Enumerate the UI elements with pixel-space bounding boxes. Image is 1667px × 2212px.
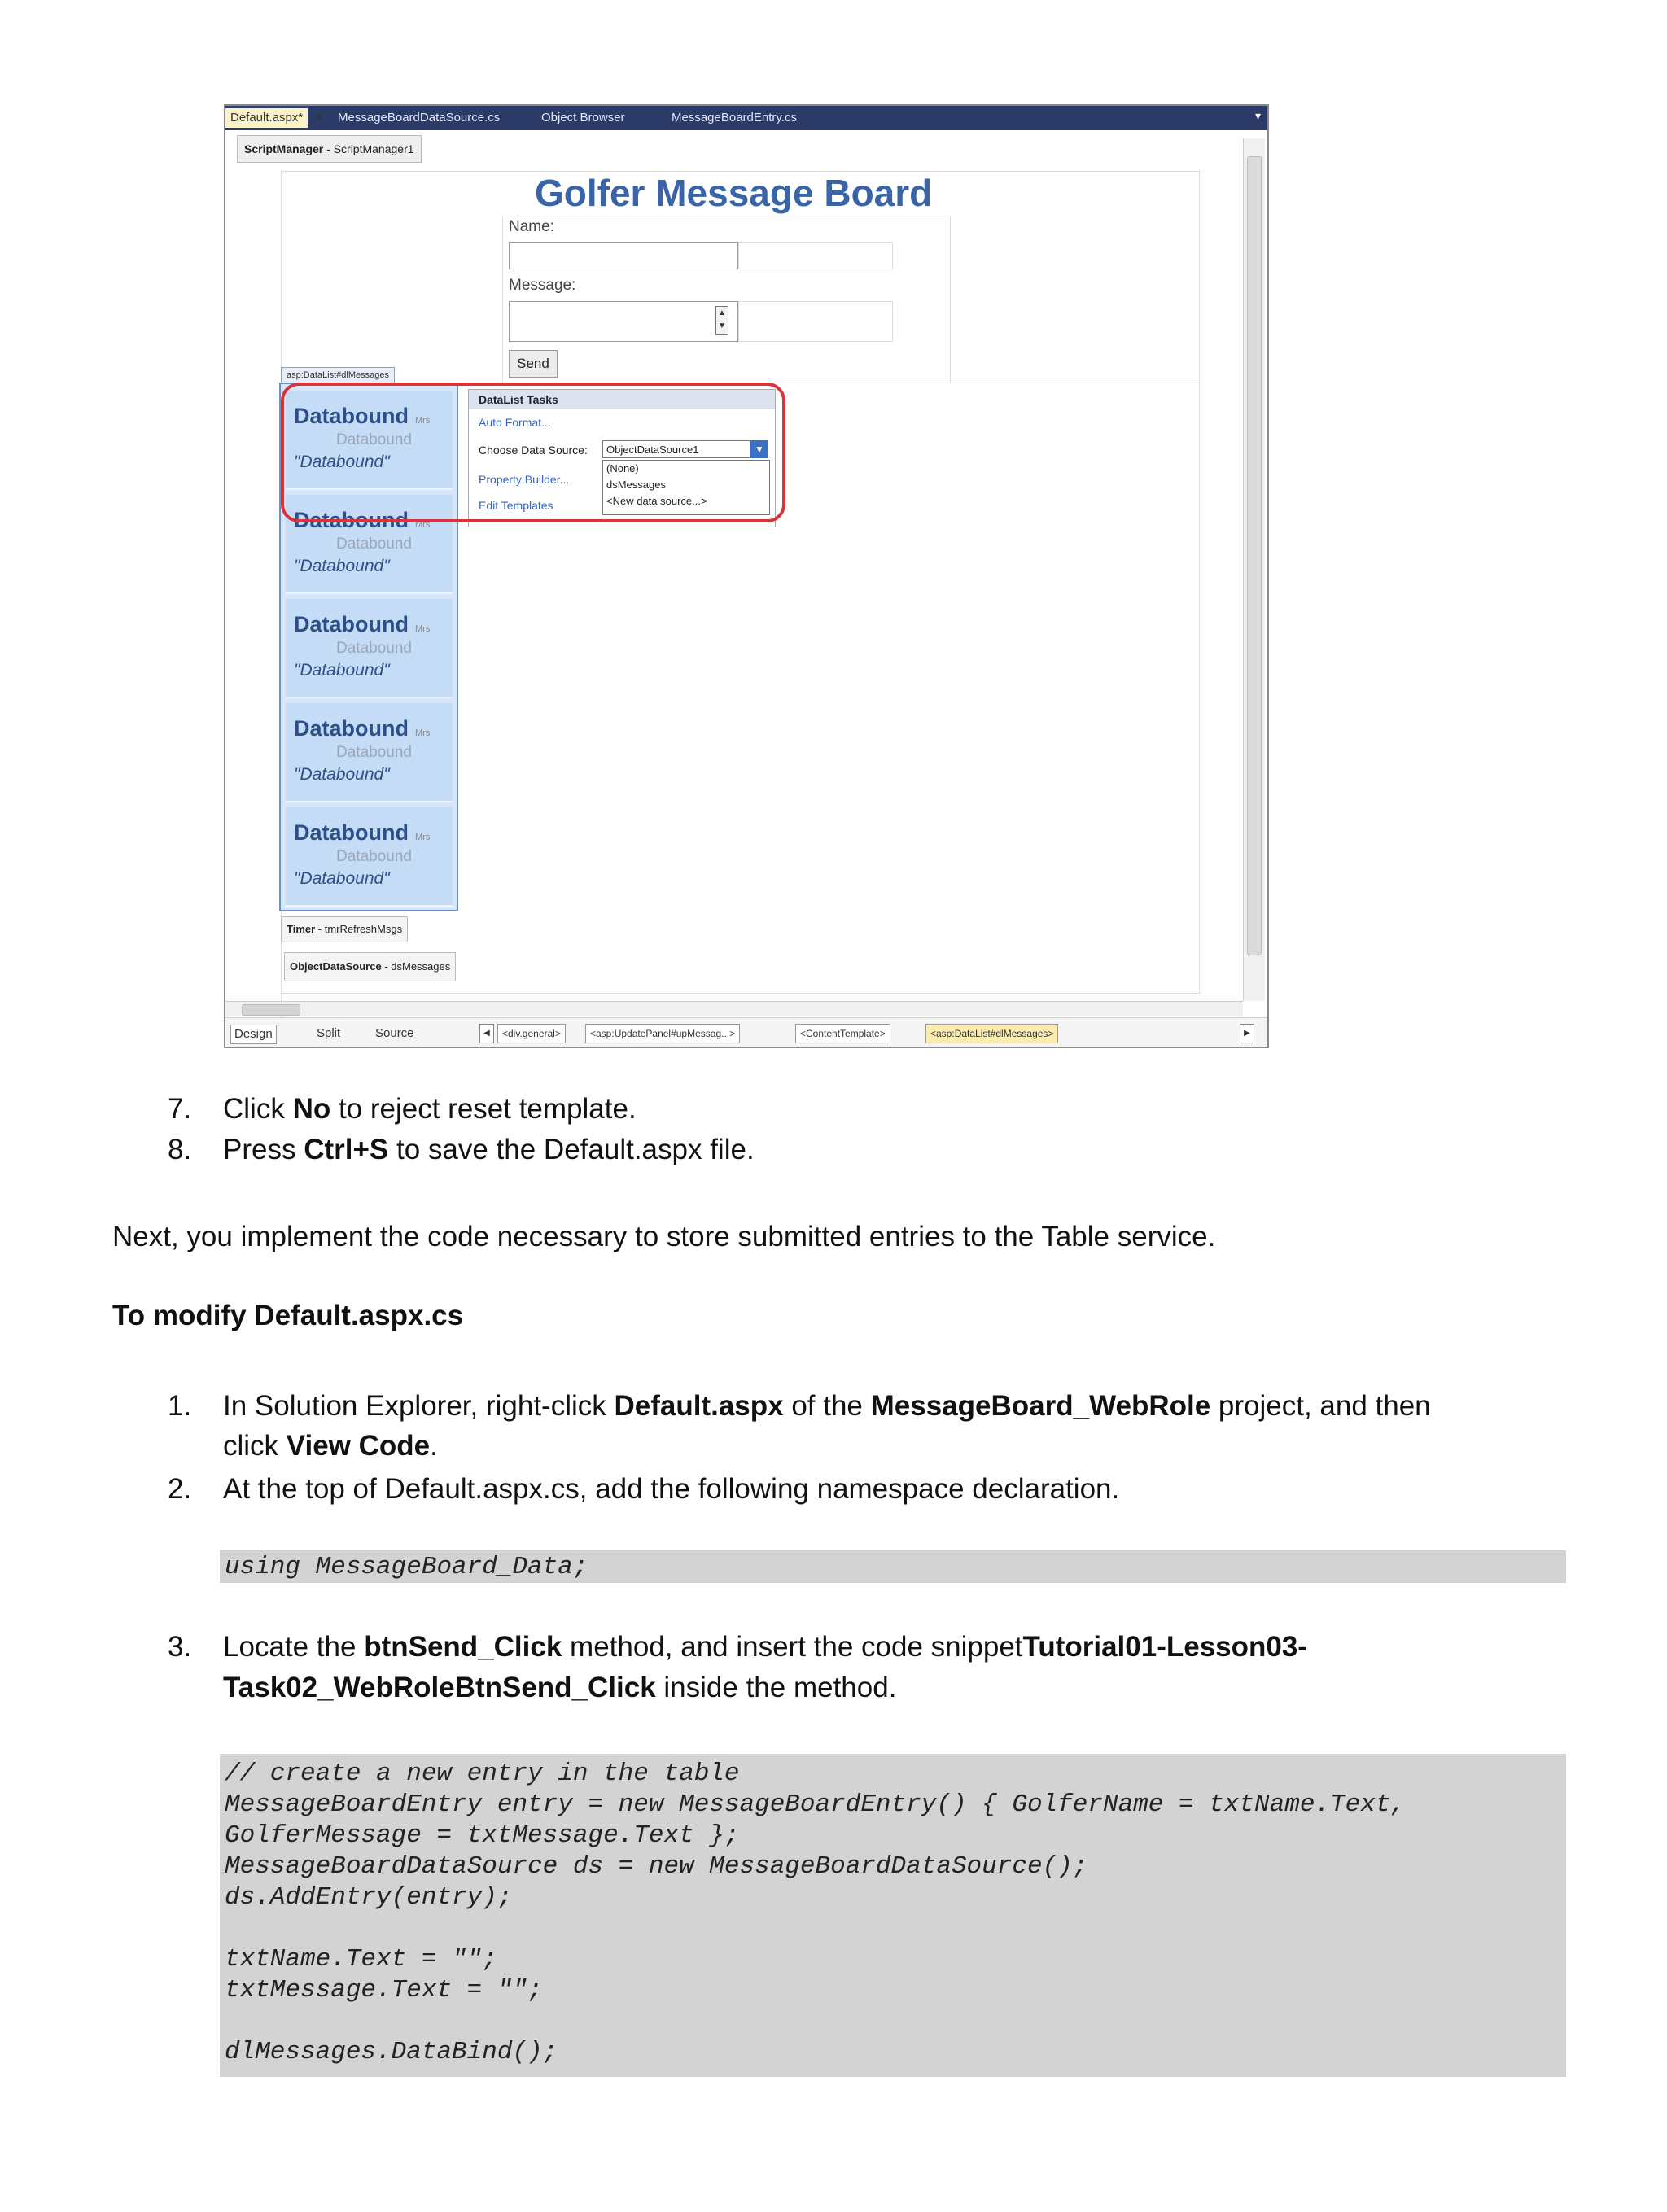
item-message: "Databound": [294, 557, 390, 575]
chevron-left-icon[interactable]: ◀: [479, 1024, 494, 1043]
control-id: - dsMessages: [381, 960, 451, 973]
control-id: - ScriptManager1: [323, 142, 414, 155]
script-manager-control[interactable]: ScriptManager - ScriptManager1: [237, 135, 422, 163]
section-heading: To modify Default.aspx.cs: [112, 1300, 464, 1331]
message-label: Message:: [509, 277, 576, 294]
step-number: 8.: [168, 1134, 192, 1165]
item-subtitle: Databound: [336, 848, 412, 865]
item-message: "Databound": [294, 765, 390, 784]
document-tab-bar: Default.aspx* × MessageBoardDataSource.c…: [225, 106, 1267, 130]
name-input[interactable]: [509, 242, 738, 269]
name-input-cell: [738, 242, 893, 269]
item-subtitle: Databound: [336, 744, 412, 761]
objectdatasource-control[interactable]: ObjectDataSource - dsMessages: [284, 952, 457, 981]
list-item: Databound Mrs Databound "Databound": [286, 703, 453, 802]
breadcrumb-item[interactable]: <asp:UpdatePanel#upMessag...>: [585, 1024, 741, 1043]
breadcrumb-item[interactable]: <asp:DataList#dlMessages>: [925, 1024, 1059, 1043]
layout-gridline: [950, 216, 951, 383]
send-button[interactable]: Send: [509, 350, 558, 378]
step-1-line-2: click View Code.: [223, 1430, 438, 1462]
intro-paragraph: Next, you implement the code necessary t…: [112, 1221, 1216, 1252]
view-bar: Design Split Source ◀ <div.general> <asp…: [225, 1017, 1267, 1047]
tab-messageboardentry[interactable]: MessageBoardEntry.cs: [672, 108, 797, 128]
step-1-line-1: In Solution Explorer, right-click Defaul…: [223, 1390, 1431, 1422]
page-title: Golfer Message Board: [535, 172, 933, 214]
tab-default-aspx[interactable]: Default.aspx*: [225, 108, 308, 128]
close-icon[interactable]: ×: [315, 108, 322, 128]
chevron-right-icon[interactable]: ▶: [1240, 1024, 1254, 1043]
item-subtitle: Databound: [336, 536, 412, 553]
layout-gridline: [281, 993, 1201, 994]
highlight-callout: [281, 383, 785, 522]
step-number: 7.: [168, 1093, 192, 1125]
vertical-scrollbar[interactable]: [1243, 138, 1265, 1001]
step-number: 1.: [168, 1390, 192, 1422]
control-type: ScriptManager: [244, 142, 324, 155]
message-input-cell: [738, 301, 893, 342]
step-number: 3.: [168, 1631, 192, 1663]
item-title: Databound Mrs: [294, 820, 431, 845]
control-id: - tmrRefreshMsgs: [315, 923, 403, 935]
timer-control[interactable]: Timer - tmrRefreshMsgs: [281, 916, 409, 942]
message-input[interactable]: [509, 301, 738, 342]
item-title: Databound Mrs: [294, 716, 431, 741]
spinner-arrows-icon[interactable]: ▲ ▼: [715, 306, 728, 335]
datalist-tag: asp:DataList#dlMessages: [281, 367, 395, 383]
ide-screenshot: Default.aspx* × MessageBoardDataSource.c…: [224, 104, 1269, 1048]
list-item: Databound Mrs Databound "Databound": [286, 599, 453, 698]
name-label: Name:: [509, 218, 554, 235]
tab-design[interactable]: Design: [230, 1025, 277, 1044]
chevron-down-icon[interactable]: ▾: [1255, 109, 1261, 123]
item-message: "Databound": [294, 869, 390, 888]
scrollbar-thumb[interactable]: [1247, 156, 1262, 955]
step-8: Press Ctrl+S to save the Default.aspx fi…: [223, 1134, 755, 1165]
step-number: 2.: [168, 1473, 192, 1505]
code-block-using: using MessageBoard_Data;: [220, 1550, 1566, 1583]
layout-gridline: [1199, 171, 1200, 993]
tab-source[interactable]: Source: [372, 1025, 418, 1043]
scrollbar-thumb[interactable]: [242, 1004, 300, 1016]
breadcrumb-item[interactable]: <ContentTemplate>: [795, 1024, 890, 1043]
item-subtitle: Databound: [336, 640, 412, 657]
code-block-btnsend: // create a new entry in the table Messa…: [220, 1754, 1566, 2077]
step-3-line-2: Task02_WebRoleBtnSend_Click inside the m…: [223, 1672, 897, 1703]
tab-messageboarddatasource[interactable]: MessageBoardDataSource.cs: [338, 108, 500, 128]
step-3-line-1: Locate the btnSend_Click method, and ins…: [223, 1631, 1307, 1663]
list-item: Databound Mrs Databound "Databound": [286, 807, 453, 907]
control-type: ObjectDataSource: [290, 960, 382, 973]
item-message: "Databound": [294, 661, 390, 680]
control-type: Timer: [287, 923, 316, 935]
breadcrumb-item[interactable]: <div.general>: [497, 1024, 566, 1043]
horizontal-scrollbar[interactable]: [225, 1001, 1243, 1016]
tab-split[interactable]: Split: [313, 1025, 343, 1043]
layout-gridline: [502, 216, 503, 383]
tab-object-browser[interactable]: Object Browser: [541, 108, 625, 128]
item-title: Databound Mrs: [294, 612, 431, 636]
step-2: At the top of Default.aspx.cs, add the f…: [223, 1473, 1120, 1505]
step-7: Click No to reject reset template.: [223, 1093, 637, 1125]
